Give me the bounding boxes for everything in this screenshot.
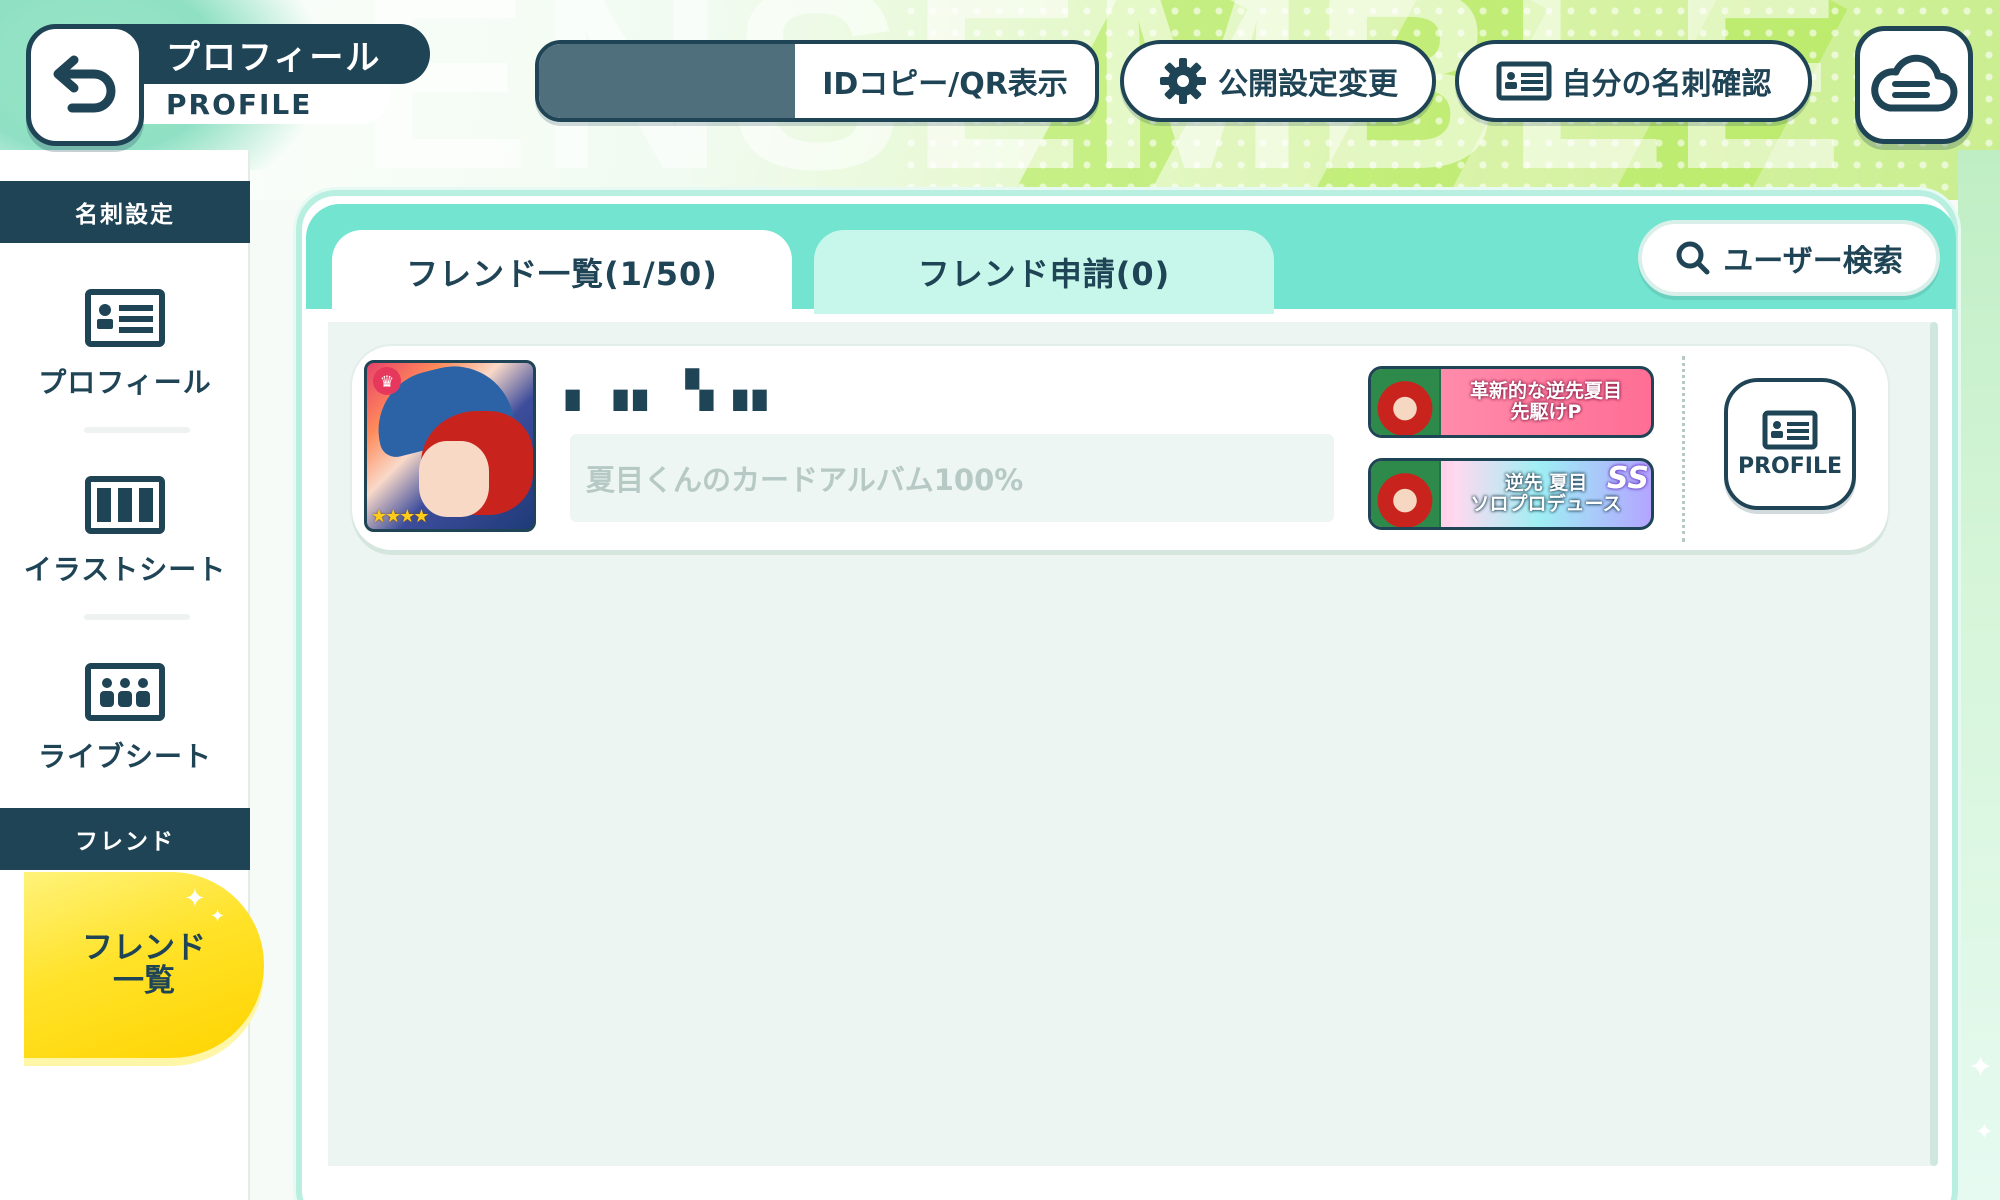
user-id-field-redacted bbox=[539, 44, 795, 118]
view-profile-button[interactable]: PROFILE bbox=[1724, 378, 1856, 510]
scrollbar[interactable] bbox=[1930, 322, 1938, 1166]
produce-badge: 逆先 夏目 ソロプロデュース SS bbox=[1368, 458, 1654, 530]
privacy-settings-button[interactable]: 公開設定変更 bbox=[1120, 40, 1436, 122]
profile-card-icon bbox=[85, 289, 165, 347]
user-search-label: ユーザー検索 bbox=[1723, 244, 1903, 279]
my-card-button[interactable]: 自分の名刺確認 bbox=[1455, 40, 1812, 122]
sidebar-item-illust-sheet[interactable]: イラストシート bbox=[0, 447, 250, 617]
title-badge: 革新的な逆先夏目 先駆けP bbox=[1368, 366, 1654, 438]
illust-sheet-icon bbox=[85, 476, 165, 534]
friend-name: ▖▗▖ ▚▗▖ bbox=[566, 370, 787, 411]
my-card-label: 自分の名刺確認 bbox=[1561, 67, 1772, 102]
user-search-button[interactable]: ユーザー検索 bbox=[1638, 220, 1940, 296]
sidebar-item-live-sheet[interactable]: ライブシート bbox=[0, 634, 250, 804]
avatar[interactable]: ♛ ★★★★ bbox=[364, 360, 536, 532]
attribute-icon: ♛ bbox=[373, 367, 401, 395]
tab-friend-list[interactable]: フレンド一覧(1/50) bbox=[332, 230, 792, 314]
sparkle-icon: ✦ bbox=[184, 884, 206, 914]
sidebar-item-label: イラストシート bbox=[23, 553, 227, 586]
sidebar-item-label: フレンド 一覧 bbox=[82, 932, 206, 997]
friend-comment: 夏目くんのカードアルバム100% bbox=[570, 434, 1334, 522]
sidebar-divider bbox=[84, 427, 190, 433]
rarity-stars-icon: ★★★★ bbox=[371, 506, 430, 527]
sparkle-icon: ✦ bbox=[1975, 1120, 1994, 1145]
gear-icon bbox=[1160, 58, 1206, 104]
sidebar-active-line1: フレンド bbox=[82, 930, 206, 967]
sparkle-icon: ✦ bbox=[210, 906, 226, 927]
friend-panel: フレンド一覧(1/50) フレンド申請(0) ユーザー検索 ♛ ★★★★ ▖▗▖… bbox=[296, 190, 1958, 1200]
page-title: プロフィール bbox=[110, 24, 430, 84]
profile-card-icon bbox=[1762, 410, 1818, 449]
back-button[interactable] bbox=[26, 24, 144, 146]
privacy-settings-label: 公開設定変更 bbox=[1218, 67, 1398, 102]
profile-card-icon bbox=[1496, 61, 1551, 101]
menu-button[interactable] bbox=[1855, 26, 1973, 144]
avatar-face-shape bbox=[419, 441, 489, 517]
sidebar-item-label: ライブシート bbox=[37, 740, 212, 773]
title-badge-text: 革新的な逆先夏目 先駆けP bbox=[1469, 380, 1622, 423]
sidebar-item-label: プロフィール bbox=[38, 366, 212, 399]
page-subtitle: PROFILE bbox=[110, 84, 390, 124]
sparkle-icon: ✦ bbox=[1968, 1050, 1994, 1085]
cloud-menu-icon bbox=[1871, 54, 1958, 112]
back-arrow-icon bbox=[53, 55, 116, 113]
background-right-strip bbox=[1958, 150, 2000, 1200]
id-copy-bar[interactable]: IDコピー/QR表示 bbox=[535, 40, 1099, 122]
search-icon bbox=[1676, 241, 1710, 275]
sidebar-item-profile[interactable]: プロフィール bbox=[0, 260, 250, 430]
view-profile-label: PROFILE bbox=[1737, 453, 1843, 479]
character-portrait-icon bbox=[1371, 461, 1441, 527]
list-item[interactable]: ♛ ★★★★ ▖▗▖ ▚▗▖ 夏目くんのカードアルバム100% 革新的な逆先夏目… bbox=[352, 346, 1888, 550]
live-sheet-icon bbox=[85, 663, 165, 721]
character-portrait-icon bbox=[1371, 369, 1441, 435]
sidebar-item-friend-list[interactable]: ✦ ✦ フレンド 一覧 bbox=[24, 872, 264, 1058]
rank-badge: SS bbox=[1606, 461, 1649, 496]
sidebar-section-card-settings: 名刺設定 bbox=[0, 181, 250, 243]
sidebar-divider bbox=[84, 614, 190, 620]
card-divider bbox=[1682, 356, 1685, 542]
tab-friend-requests[interactable]: フレンド申請(0) bbox=[814, 230, 1274, 314]
sidebar-section-friend: フレンド bbox=[0, 808, 250, 870]
id-copy-qr-button[interactable]: IDコピー/QR表示 bbox=[795, 44, 1095, 118]
sidebar-active-line2: 一覧 bbox=[113, 963, 175, 999]
tab-bar: フレンド一覧(1/50) フレンド申請(0) ユーザー検索 bbox=[306, 204, 1956, 314]
